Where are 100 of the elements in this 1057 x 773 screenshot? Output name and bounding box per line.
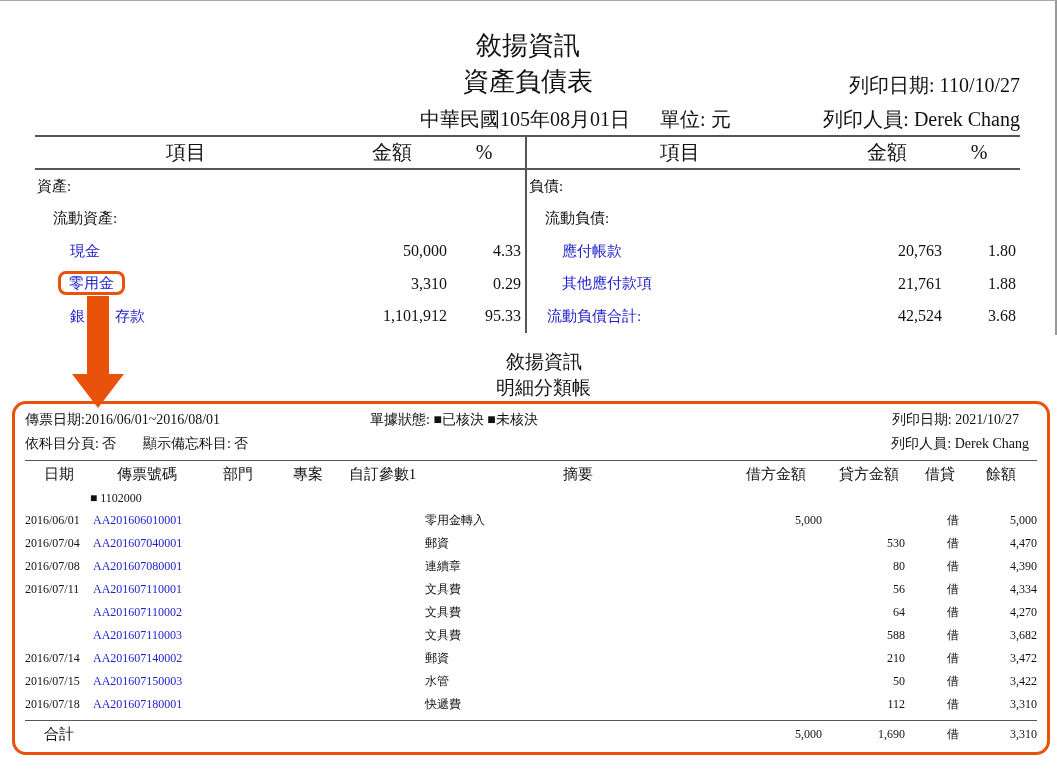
balance-cell: 3,472 [1010, 651, 1037, 665]
balance-total: 3,310 [1010, 726, 1037, 741]
amount-cell: 1,101,912 [383, 307, 447, 325]
section-label: 負債: [529, 177, 564, 194]
voucher-link[interactable]: AA201607140002 [93, 651, 183, 665]
column-header: 自訂參數1 [347, 464, 418, 484]
unit-label: 單位: 元 [660, 107, 731, 132]
balance-cell: 3,310 [1010, 697, 1037, 711]
column-header: 借方金額 [745, 464, 807, 484]
credit-cell: 50 [893, 674, 905, 688]
page-by-account: 依科目分頁: 否 [25, 435, 118, 453]
balance-cell: 3,682 [1010, 628, 1037, 642]
credit-cell: 64 [893, 605, 905, 619]
amount-cell: 21,761 [898, 274, 942, 292]
balance-cell: 3,422 [1010, 674, 1037, 688]
voucher-link[interactable]: AA201607180001 [93, 697, 183, 711]
summary-cell: 郵資 [425, 651, 449, 665]
account-link[interactable]: 銀 [70, 307, 85, 324]
debit-credit-cell: 借 [947, 559, 959, 573]
date-cell: 2016/07/08 [25, 559, 80, 573]
printed-by: 列印人員: Derek Chang [823, 107, 1020, 133]
column-header: 項目 [658, 140, 701, 165]
voucher-link[interactable]: AA201607150003 [93, 674, 183, 688]
debit-credit-total: 借 [947, 726, 959, 741]
summary-cell: 郵資 [425, 536, 449, 550]
voucher-link[interactable]: AA201607110001 [93, 582, 182, 596]
date-cell: 2016/06/01 [25, 513, 80, 527]
summary-cell: 連續章 [425, 559, 461, 573]
amount-cell: 50,000 [403, 242, 447, 260]
voucher-link[interactable]: AA201607040001 [93, 536, 183, 550]
date-cell: 2016/07/14 [25, 651, 80, 665]
amount-cell: 42,524 [898, 307, 942, 325]
debit-credit-cell: 借 [947, 536, 959, 550]
account-link[interactable]: 零用金 [58, 271, 125, 296]
column-header: % [474, 141, 494, 164]
balance-cell: 4,270 [1010, 605, 1037, 619]
account-link[interactable]: 流動負債合計: [547, 307, 642, 324]
voucher-date-range: 傳票日期:2016/06/01~2016/08/01 [25, 411, 222, 429]
percent-cell: 4.33 [493, 242, 521, 260]
account-link[interactable]: 存款 [115, 307, 145, 324]
account-code: ■ 1102000 [90, 490, 142, 506]
voucher-link[interactable]: AA201607080001 [93, 559, 183, 573]
column-header: 傳票號碼 [115, 464, 178, 484]
summary-cell: 文具費 [425, 605, 461, 619]
company-name: 敘揚資訊 [474, 30, 581, 62]
balance-cell: 4,390 [1010, 559, 1037, 573]
account-link[interactable]: 應付帳款 [562, 242, 622, 259]
column-header: 金額 [371, 140, 413, 165]
voucher-link[interactable]: AA201607110003 [93, 628, 182, 642]
summary-cell: 文具費 [425, 628, 461, 642]
debit-cell: 5,000 [795, 513, 822, 527]
balance-cell: 4,334 [1010, 582, 1037, 596]
percent-cell: 1.80 [988, 242, 1016, 260]
column-header: 日期 [43, 464, 75, 484]
summary-cell: 零用金轉入 [425, 513, 485, 527]
date-cell: 2016/07/15 [25, 674, 80, 688]
credit-cell: 56 [893, 582, 905, 596]
column-header: 專案 [291, 464, 324, 484]
summary-cell: 文具費 [425, 582, 461, 596]
debit-credit-cell: 借 [947, 605, 959, 619]
column-header: 項目 [165, 140, 207, 165]
percent-cell: 3.68 [988, 307, 1016, 325]
group-label: 流動資產: [53, 210, 118, 227]
percent-cell: 1.88 [988, 274, 1016, 292]
credit-cell: 588 [887, 628, 905, 642]
amount-cell: 20,763 [898, 242, 942, 260]
column-header: 金額 [866, 140, 908, 165]
section-label: 資產: [37, 177, 72, 194]
print-date: 列印日期: 2021/10/27 [891, 411, 1019, 429]
report-date: 中華民國105年08月01日 [420, 107, 630, 132]
debit-total: 5,000 [795, 726, 822, 741]
column-header: 摘要 [561, 464, 594, 484]
summary-cell: 快遞費 [425, 697, 461, 711]
summary-cell: 水管 [425, 674, 449, 688]
column-header: 餘額 [985, 464, 1017, 484]
voucher-link[interactable]: AA201606010001 [93, 513, 183, 527]
voucher-link[interactable]: AA201607110002 [93, 605, 182, 619]
column-header: 借貸 [924, 464, 956, 484]
group-label: 流動負債: [545, 210, 610, 227]
print-date: 列印日期: 110/10/27 [848, 73, 1020, 98]
report-title: 資產負債表 [461, 66, 594, 98]
date-cell: 2016/07/04 [25, 536, 80, 550]
balance-cell: 4,470 [1010, 536, 1037, 550]
credit-cell: 210 [887, 651, 905, 665]
credit-cell: 80 [893, 559, 905, 573]
show-memo-accounts: 顯示備忘科目: 否 [143, 435, 249, 453]
debit-credit-cell: 借 [947, 582, 959, 596]
amount-cell: 3,310 [411, 274, 447, 292]
report-title: 明細分類帳 [495, 376, 592, 400]
column-header: % [969, 141, 989, 164]
date-cell: 2016/07/18 [25, 697, 80, 711]
column-header: 貸方金額 [837, 464, 900, 484]
date-cell: 2016/07/11 [25, 582, 80, 596]
account-link[interactable]: 其他應付款項 [562, 275, 652, 292]
total-label: 合計 [44, 725, 74, 742]
percent-cell: 95.33 [485, 307, 521, 325]
printed-by: 列印人員: Derek Chang [891, 435, 1029, 453]
account-link[interactable]: 現金 [70, 242, 100, 259]
percent-cell: 0.29 [493, 274, 521, 292]
column-header: 部門 [221, 464, 254, 484]
